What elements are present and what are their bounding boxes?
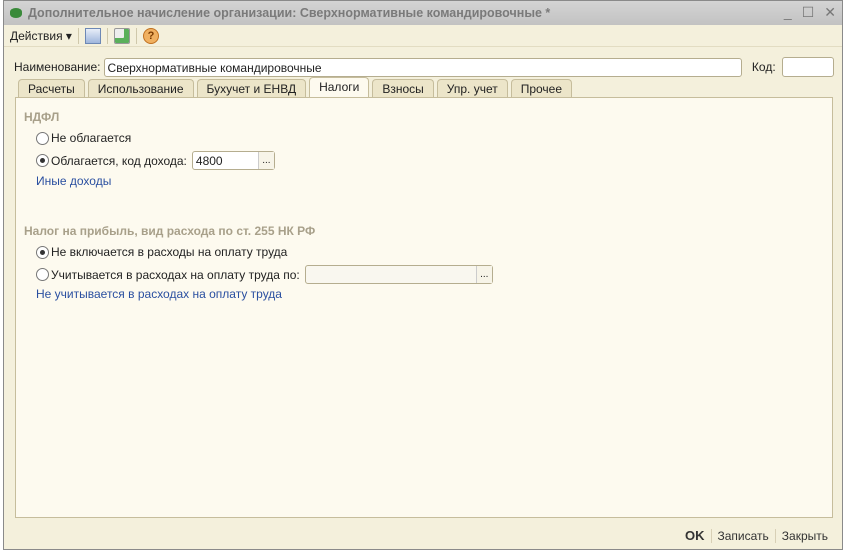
ndfl-heading: НДФЛ: [24, 110, 60, 124]
save-button[interactable]: Записать: [712, 529, 775, 543]
tab-vznosy[interactable]: Взносы: [372, 79, 434, 97]
window-title: Дополнительное начисление организации: С…: [28, 6, 551, 20]
window: Дополнительное начисление организации: С…: [3, 0, 843, 550]
tab-nalogi[interactable]: Налоги: [309, 77, 370, 97]
income-code-field[interactable]: 4800...: [191, 151, 275, 170]
select-button[interactable]: ...: [257, 152, 274, 169]
actions-menu[interactable]: Действия ▾: [10, 29, 72, 43]
code-label: Код:: [751, 60, 776, 74]
toolbar: Действия ▾ ?: [4, 25, 842, 47]
profit-tax-heading: Налог на прибыль, вид расхода по ст. 255…: [24, 224, 316, 238]
title-bar: Дополнительное начисление организации: С…: [4, 1, 842, 25]
minimize-icon[interactable]: _: [784, 4, 792, 21]
close-icon[interactable]: ✕: [824, 4, 836, 21]
ndfl-taxed-radio[interactable]: Облагается, код дохода: 4800...: [36, 151, 275, 170]
tab-raschety[interactable]: Расчеты: [18, 79, 85, 97]
ok-button[interactable]: OK: [679, 528, 711, 543]
code-input[interactable]: [781, 57, 834, 77]
separator: [135, 27, 137, 44]
ndfl-not-taxed-radio[interactable]: Не облагается: [36, 131, 131, 145]
ndfl-opt1-label: Не облагается: [51, 131, 132, 145]
not-counted-link[interactable]: Не учитывается в расходах на оплату труд…: [36, 287, 282, 301]
expense-type-field[interactable]: ...: [304, 265, 493, 284]
app-logo-icon: [10, 8, 22, 18]
tab-ispolzovanie[interactable]: Использование: [87, 79, 194, 97]
ndfl-opt2-label: Облагается, код дохода:: [51, 153, 187, 168]
help-icon[interactable]: ?: [142, 27, 159, 44]
name-input[interactable]: Сверхнормативные командировочные: [103, 57, 742, 77]
tab-bar: Расчеты Использование Бухучет и ЕНВД Нал…: [18, 77, 573, 97]
profit-included-radio[interactable]: Учитывается в расходах на оплату труда п…: [36, 265, 493, 284]
tab-upr-uchet[interactable]: Упр. учет: [436, 79, 508, 97]
profit-opt1-label: Не включается в расходы на оплату труда: [51, 245, 288, 259]
tab-buhuchet[interactable]: Бухучет и ЕНВД: [196, 79, 307, 97]
copy-add-icon[interactable]: [113, 27, 130, 44]
select-button[interactable]: ...: [475, 266, 492, 283]
name-label: Наименование:: [14, 60, 101, 74]
profit-not-included-radio[interactable]: Не включается в расходы на оплату труда: [36, 245, 287, 259]
income-code-value: 4800: [195, 154, 223, 168]
post-and-close-icon[interactable]: [84, 27, 101, 44]
close-button[interactable]: Закрыть: [776, 529, 834, 543]
actions-label: Действия: [10, 28, 63, 43]
separator: [106, 27, 108, 44]
maximize-icon[interactable]: ☐: [802, 4, 815, 21]
tab-prochee[interactable]: Прочее: [510, 79, 573, 97]
expense-type-value: [306, 266, 476, 283]
other-income-link[interactable]: Иные доходы: [36, 174, 111, 188]
taxes-panel: НДФЛ Не облагается Облагается, код доход…: [15, 97, 833, 518]
separator: [77, 27, 79, 44]
footer-buttons: OK Записать Закрыть: [679, 528, 834, 543]
profit-opt2-label: Учитывается в расходах на оплату труда п…: [51, 267, 300, 282]
